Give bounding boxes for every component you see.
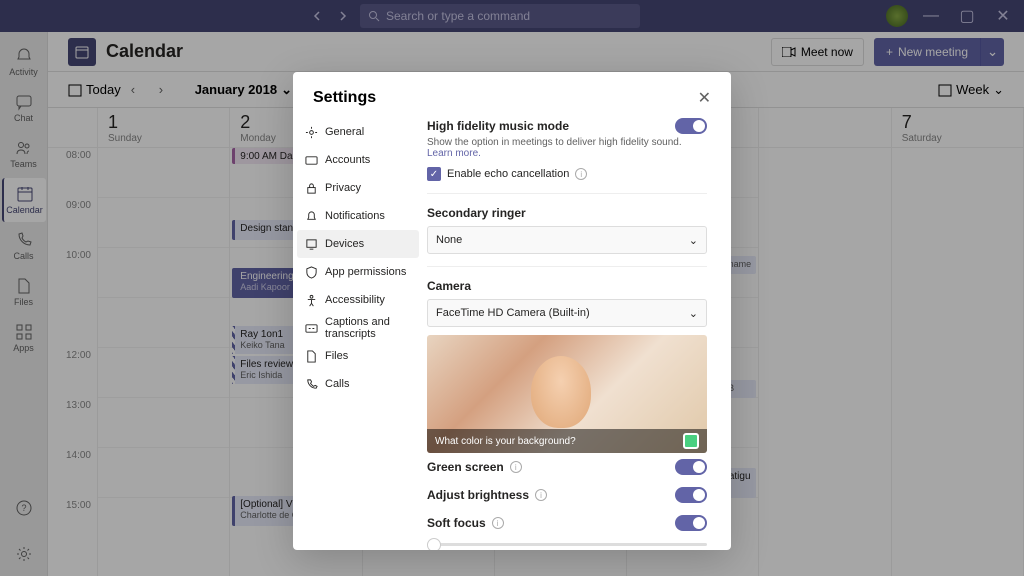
nav-general[interactable]: General [297, 118, 419, 146]
hifi-toggle[interactable] [675, 118, 707, 134]
chevron-down-icon: ⌄ [689, 234, 698, 247]
settings-nav: General Accounts Privacy Notifications D… [293, 118, 423, 550]
camera-dropdown[interactable]: FaceTime HD Camera (Built-in)⌄ [427, 299, 707, 327]
close-icon[interactable]: ✕ [698, 88, 711, 108]
brightness-label: Adjust brightness [427, 488, 529, 502]
nav-devices[interactable]: Devices [297, 230, 419, 258]
chevron-down-icon: ⌄ [689, 307, 698, 320]
nav-calls[interactable]: Calls [297, 370, 419, 398]
modal-overlay: Settings ✕ General Accounts Privacy Noti… [0, 0, 1024, 576]
settings-modal: Settings ✕ General Accounts Privacy Noti… [293, 72, 731, 550]
secondary-ringer-title: Secondary ringer [427, 206, 707, 220]
camera-preview: What color is your background? [427, 335, 707, 453]
bg-question: What color is your background? [435, 436, 576, 447]
nav-captions[interactable]: Captions and transcripts [297, 314, 419, 342]
info-icon[interactable]: i [510, 461, 522, 473]
learn-more-link[interactable]: Learn more. [427, 148, 481, 159]
hifi-desc: Show the option in meetings to deliver h… [427, 137, 707, 159]
nav-files[interactable]: Files [297, 342, 419, 370]
nav-notifications[interactable]: Notifications [297, 202, 419, 230]
soft-focus-label: Soft focus [427, 516, 486, 530]
hifi-title: High fidelity music mode [427, 119, 569, 133]
echo-label: Enable echo cancellation [447, 168, 569, 180]
camera-title: Camera [427, 279, 707, 293]
brightness-toggle[interactable] [675, 487, 707, 503]
info-icon[interactable]: i [492, 517, 504, 529]
nav-accounts[interactable]: Accounts [297, 146, 419, 174]
secondary-ringer-dropdown[interactable]: None⌄ [427, 226, 707, 254]
nav-accessibility[interactable]: Accessibility [297, 286, 419, 314]
soft-focus-slider[interactable] [427, 543, 707, 546]
green-screen-toggle[interactable] [675, 459, 707, 475]
echo-checkbox[interactable]: ✓ [427, 167, 441, 181]
info-icon[interactable]: i [575, 168, 587, 180]
info-icon[interactable]: i [535, 489, 547, 501]
nav-app-permissions[interactable]: App permissions [297, 258, 419, 286]
soft-focus-toggle[interactable] [675, 515, 707, 531]
bg-color-swatch[interactable] [683, 433, 699, 449]
nav-privacy[interactable]: Privacy [297, 174, 419, 202]
settings-title: Settings [313, 89, 376, 107]
green-screen-label: Green screen [427, 460, 504, 474]
